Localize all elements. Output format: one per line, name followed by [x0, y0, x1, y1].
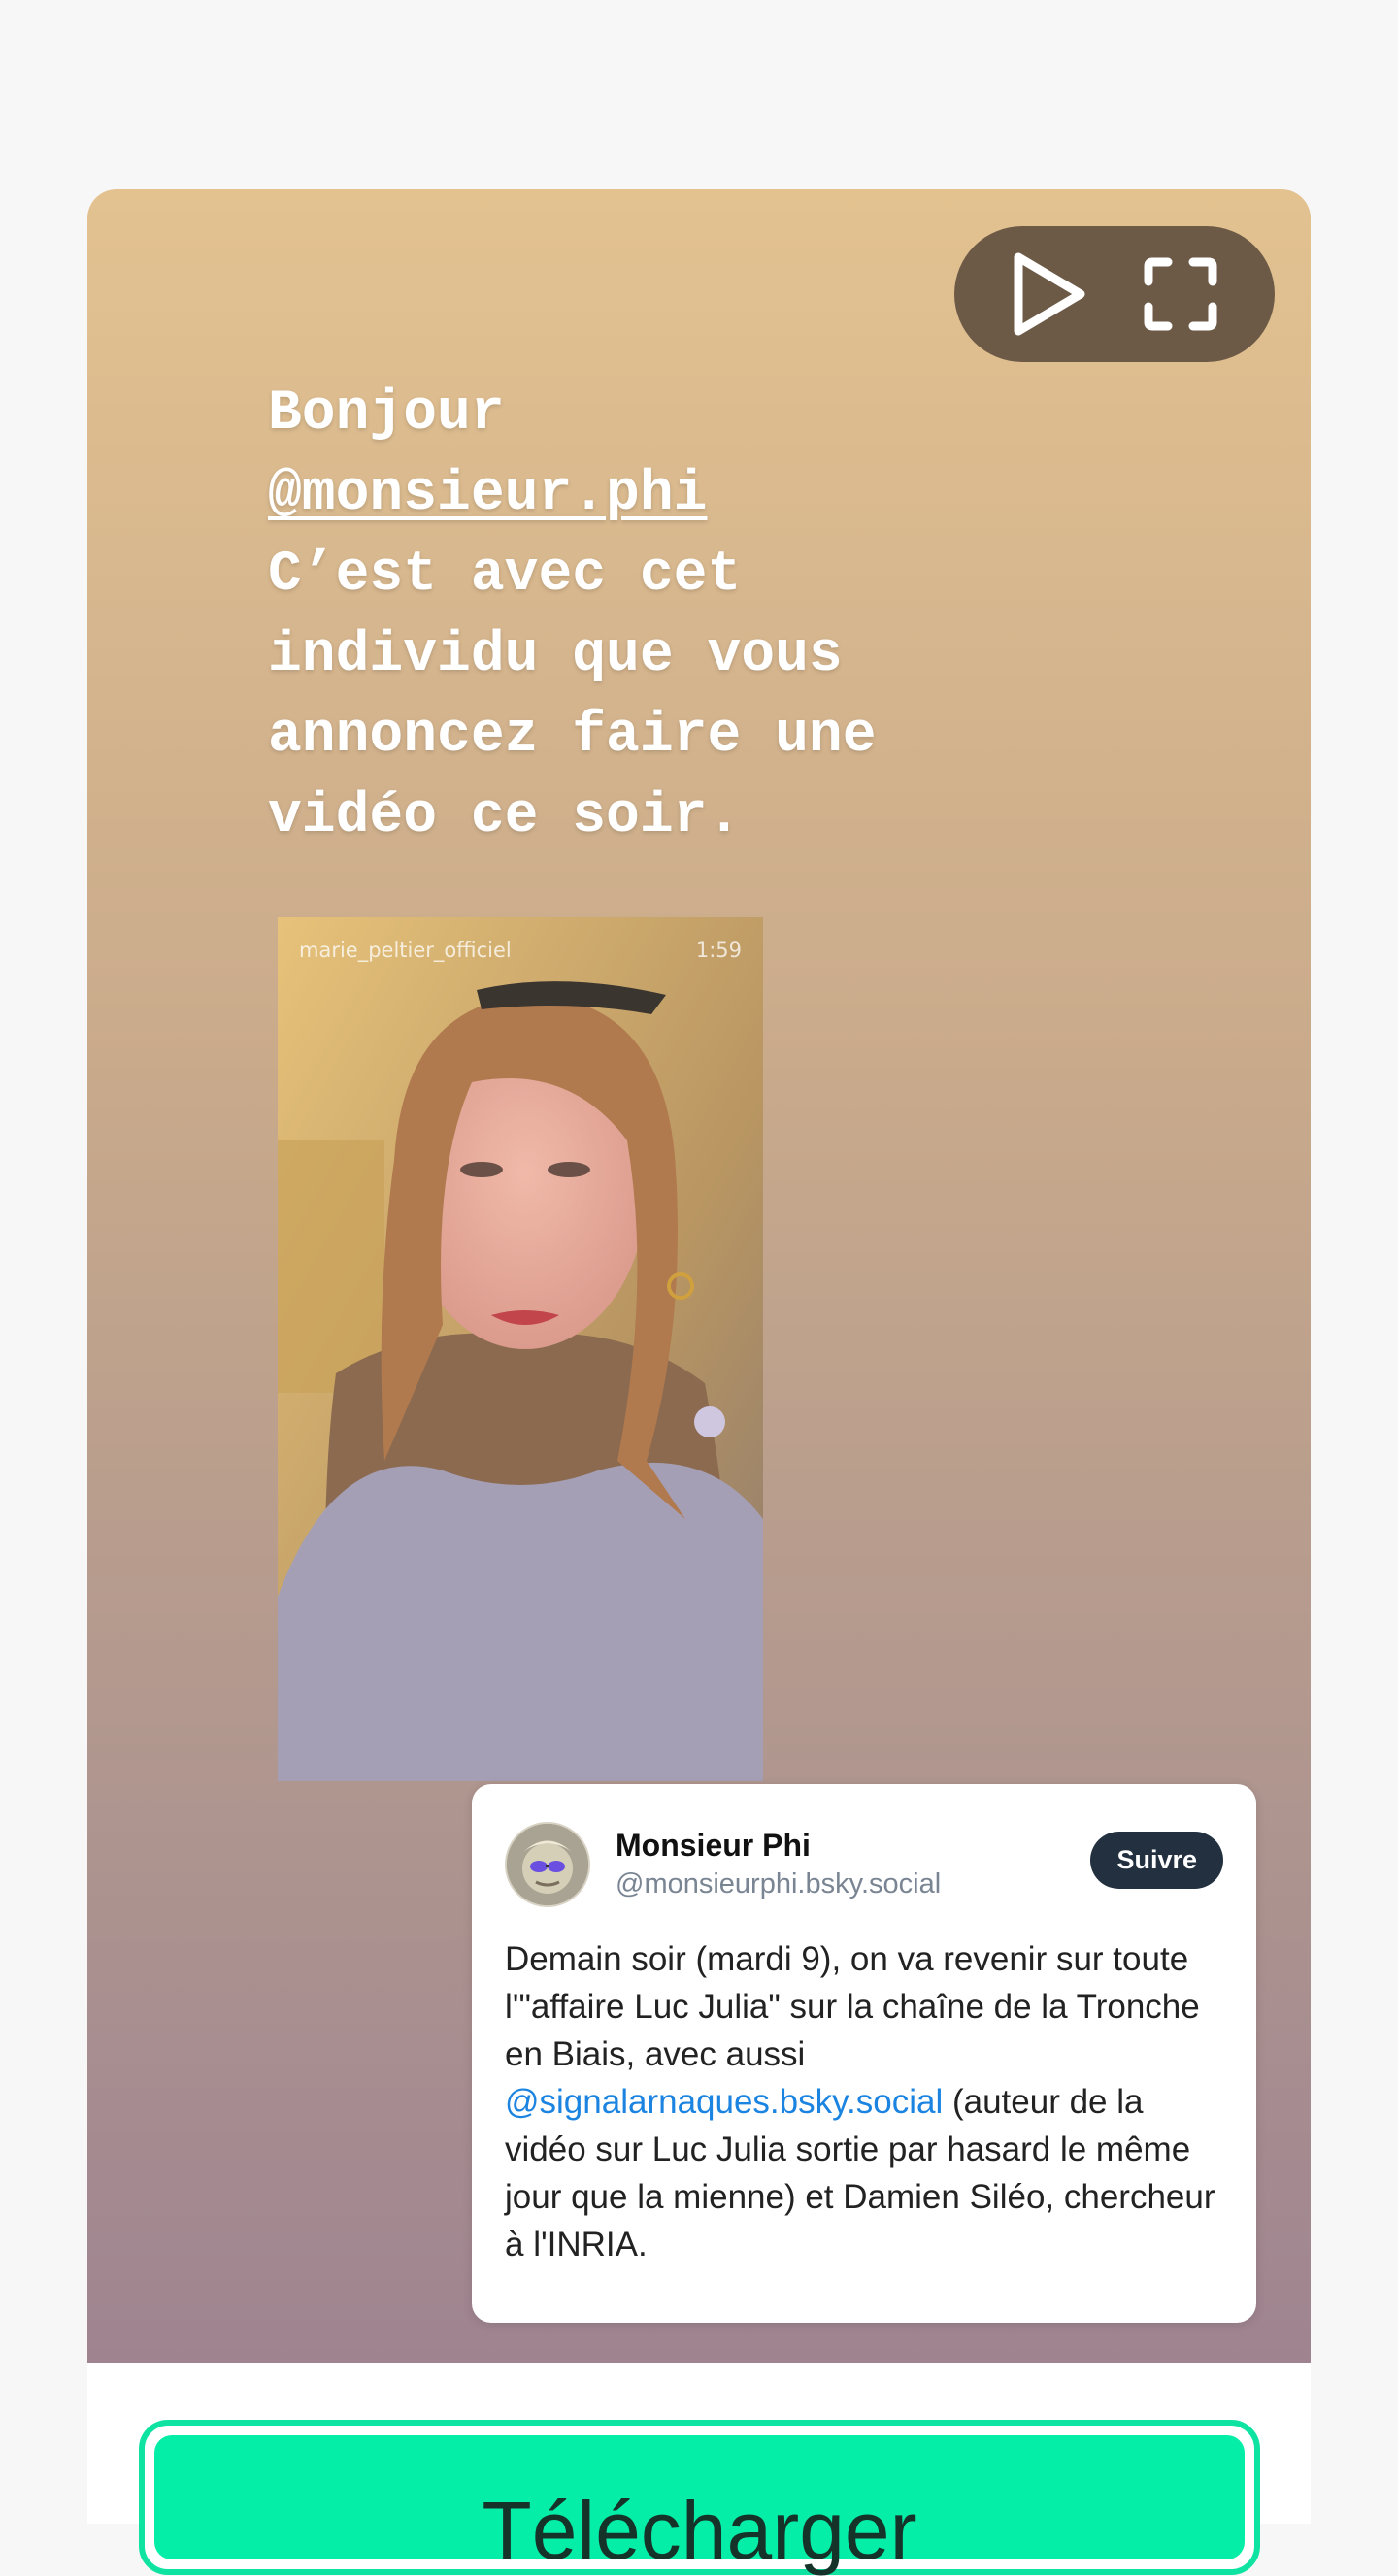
post-text: Demain soir (mardi 9), on va revenir sur… [505, 1935, 1223, 2268]
video-frame-image [278, 917, 763, 1781]
download-button-frame: Télécharger [139, 2420, 1260, 2575]
avatar[interactable] [505, 1822, 590, 1907]
caption-line: vidéo ce soir. [268, 785, 742, 848]
mention-link[interactable]: @signalarnaques.bsky.social [505, 2083, 943, 2121]
mention-link[interactable]: @monsieur.phi [268, 454, 877, 535]
avatar-image [507, 1824, 588, 1905]
author-handle[interactable]: @monsieurphi.bsky.social [616, 1865, 1090, 1903]
caption-line: C’est avec cet [268, 544, 742, 607]
story-caption: Bonjour @monsieur.phi C’est avec cet ind… [268, 374, 877, 857]
download-button[interactable]: Télécharger [154, 2435, 1245, 2576]
player-controls [954, 226, 1275, 362]
fullscreen-icon [1144, 257, 1216, 331]
post-header: Monsieur Phi @monsieurphi.bsky.social Su… [505, 1821, 1223, 1908]
author-name[interactable]: Monsieur Phi [616, 1826, 1090, 1865]
video-username: marie_peltier_officiel [299, 939, 512, 962]
post-text-part: Demain soir (mardi 9), on va revenir sur… [505, 1940, 1200, 2073]
follow-button[interactable]: Suivre [1090, 1831, 1223, 1889]
video-duration: 1:59 [695, 939, 742, 962]
embedded-video[interactable]: marie_peltier_officiel 1:59 [278, 917, 763, 1781]
fullscreen-button[interactable] [1137, 250, 1224, 338]
caption-line: individu que vous [268, 624, 843, 687]
play-button[interactable] [1006, 250, 1093, 338]
embedded-post[interactable]: Monsieur Phi @monsieurphi.bsky.social Su… [472, 1784, 1256, 2323]
download-label: Télécharger [482, 2485, 917, 2576]
story-card: Bonjour @monsieur.phi C’est avec cet ind… [87, 189, 1311, 2363]
post-author: Monsieur Phi @monsieurphi.bsky.social [616, 1826, 1090, 1903]
play-icon [1014, 252, 1084, 336]
caption-line: annoncez faire une [268, 705, 877, 768]
greeting-line: Bonjour [268, 382, 505, 446]
video-header: marie_peltier_officiel 1:59 [299, 939, 742, 962]
